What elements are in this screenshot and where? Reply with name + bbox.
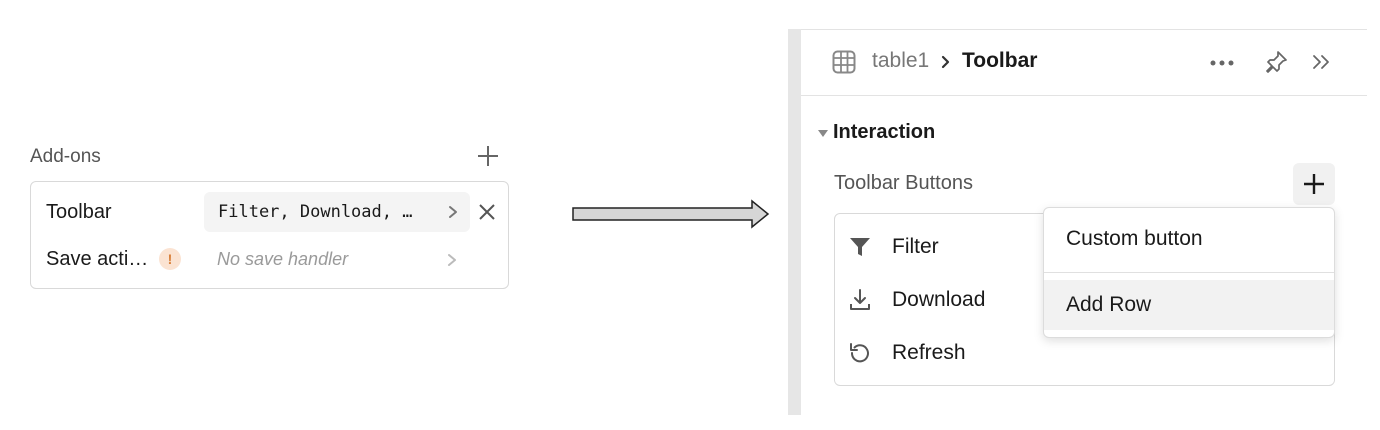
divider [801, 29, 1367, 30]
breadcrumb-parent[interactable]: table1 [872, 49, 929, 73]
toolbar-addon-value-text: Filter, Download, … [218, 202, 413, 222]
chevron-right-icon [941, 55, 950, 69]
download-icon [850, 289, 870, 310]
addons-title: Add-ons [30, 146, 101, 167]
remove-toolbar-addon-icon[interactable] [477, 202, 497, 222]
inspector-panel: table1 Toolbar Interaction Toolbar Butto… [801, 29, 1367, 415]
panel-gutter [788, 29, 801, 415]
breadcrumb-current: Toolbar [962, 49, 1038, 72]
add-addon-icon[interactable] [476, 144, 500, 168]
chevron-right-icon [449, 206, 457, 218]
add-button-menu: Custom button Add Row [1043, 207, 1335, 338]
warning-icon: ! [159, 248, 181, 270]
caret-down-icon[interactable] [818, 130, 828, 137]
list-item-label: Filter [892, 235, 939, 258]
list-item-label: Download [892, 288, 986, 311]
toolbar-addon-value[interactable]: Filter, Download, … [204, 192, 470, 232]
toolbar-addon-label: Toolbar [46, 201, 112, 223]
menu-item-custom-button[interactable]: Custom button [1044, 208, 1334, 272]
more-options-icon[interactable] [1210, 60, 1234, 66]
divider [1044, 272, 1334, 273]
section-title-interaction[interactable]: Interaction [833, 121, 935, 144]
table-icon [832, 50, 856, 74]
add-toolbar-button[interactable] [1293, 163, 1335, 205]
refresh-icon [850, 343, 869, 363]
addons-list: Toolbar Filter, Download, … Save acti… !… [30, 181, 509, 289]
plus-icon [1304, 174, 1324, 194]
collapse-panel-icon[interactable] [1311, 53, 1331, 71]
save-action-placeholder[interactable]: No save handler [217, 249, 348, 270]
pin-icon[interactable] [1263, 49, 1289, 75]
toolbar-buttons-label: Toolbar Buttons [834, 172, 973, 194]
save-action-addon-label: Save acti… [46, 248, 149, 270]
filter-icon [850, 238, 870, 256]
chevron-right-icon[interactable] [445, 252, 459, 268]
menu-item-add-row[interactable]: Add Row [1044, 280, 1334, 330]
divider [801, 95, 1367, 96]
transition-arrow-icon [572, 199, 770, 229]
list-item-label: Refresh [892, 341, 966, 364]
